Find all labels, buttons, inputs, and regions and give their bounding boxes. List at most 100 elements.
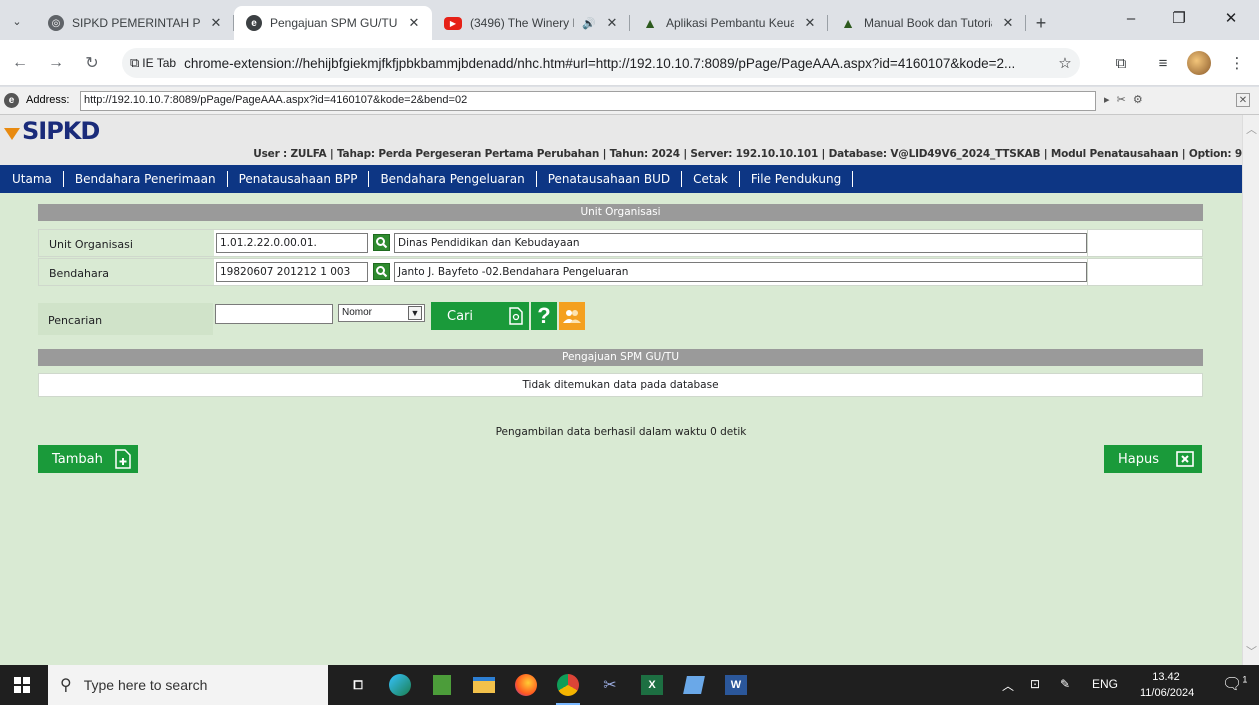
- ie-close-icon[interactable]: ✕: [1236, 93, 1250, 107]
- minimize-button[interactable]: –: [1108, 0, 1154, 36]
- bendahara-nip-field[interactable]: 19820607 201212 1 003: [216, 262, 368, 282]
- bookmark-star-icon[interactable]: ☆: [1050, 54, 1080, 72]
- bendahara-lookup-search-icon[interactable]: [373, 263, 390, 280]
- tab-close-icon[interactable]: ✕: [604, 15, 620, 31]
- ietab-chip[interactable]: ⧉ IE Tab: [130, 55, 176, 71]
- delete-box-icon: [1176, 451, 1194, 467]
- menu-penatausahaan-bud[interactable]: Penatausahaan BUD: [537, 172, 681, 186]
- back-arrow-icon[interactable]: ←: [8, 51, 32, 75]
- tab-close-icon[interactable]: ✕: [406, 15, 422, 31]
- help-question-icon[interactable]: ?: [531, 302, 557, 330]
- scroll-down-icon[interactable]: ﹀: [1246, 643, 1257, 659]
- menu-utama[interactable]: Utama: [12, 172, 63, 186]
- main-menu: Utama Bendahara Penerimaan Penatausahaan…: [0, 165, 1242, 193]
- hapus-label: Hapus: [1118, 451, 1160, 467]
- ie-address-input[interactable]: http://192.10.10.7:8089/pPage/PageAAA.as…: [80, 91, 1096, 111]
- menu-bendahara-penerimaan[interactable]: Bendahara Penerimaan: [64, 172, 227, 186]
- ietab-label: IE Tab: [142, 56, 177, 70]
- notification-center-icon[interactable]: 🗨1: [1222, 674, 1247, 694]
- app-launcher-icon[interactable]: [680, 671, 708, 699]
- kebab-menu-icon[interactable]: ⋮: [1226, 52, 1248, 74]
- ie-address-label: Address:: [26, 94, 70, 106]
- sipkd-logo: SIPKD: [4, 117, 100, 145]
- bendahara-name-field[interactable]: Janto J. Bayfeto -02.Bendahara Pengeluar…: [394, 262, 1087, 282]
- youtube-icon: ▶: [444, 16, 462, 30]
- tab-close-icon[interactable]: ✕: [208, 15, 224, 31]
- list-panel-header: Pengajuan SPM GU/TU: [38, 349, 1203, 366]
- browser-tab-strip: ⌄ ◎ SIPKD PEMERINTAH PRO ✕ e Pengajuan S…: [0, 0, 1259, 40]
- clock-time: 13.42: [1152, 671, 1180, 683]
- edge-icon[interactable]: [386, 671, 414, 699]
- speaker-icon[interactable]: 🔊: [582, 17, 596, 30]
- tab-close-icon[interactable]: ✕: [1000, 15, 1016, 31]
- windows-taskbar: ⚲ Type here to search ⧠ ✂ X W ︿ ⊡ ✎ ENG …: [0, 665, 1259, 705]
- profile-avatar[interactable]: [1187, 51, 1211, 75]
- tab-close-icon[interactable]: ✕: [802, 15, 818, 31]
- tab-pengajuan-spm[interactable]: e Pengajuan SPM GU/TU ✕: [234, 6, 432, 40]
- network-icon[interactable]: ⊡: [1030, 677, 1040, 691]
- file-explorer-icon[interactable]: [470, 671, 498, 699]
- tab-title: Pengajuan SPM GU/TU: [270, 16, 398, 30]
- url-text[interactable]: chrome-extension://hehijbfgiekmjfkfjpbkb…: [184, 56, 1050, 71]
- page-scrollbar[interactable]: ︿ ﹀: [1242, 115, 1259, 665]
- language-indicator[interactable]: ENG: [1092, 677, 1118, 691]
- task-view-icon[interactable]: ⧠: [344, 671, 372, 699]
- restore-button[interactable]: ❐: [1156, 0, 1202, 36]
- page-viewport: SIPKD User : ZULFA | Tahap: Perda Perges…: [0, 115, 1259, 665]
- tab-title: (3496) The Winery D: [470, 16, 575, 30]
- extensions-icon[interactable]: ⧉: [1110, 52, 1132, 74]
- app-icon: ▲: [841, 15, 855, 31]
- chrome-icon[interactable]: [554, 671, 582, 705]
- pen-icon[interactable]: ✎: [1060, 677, 1070, 691]
- menu-bendahara-pengeluaran[interactable]: Bendahara Pengeluaran: [369, 172, 535, 186]
- unit-organisasi-label: Unit Organisasi: [39, 230, 214, 256]
- tray-chevron-up-icon[interactable]: ︿: [1002, 677, 1014, 694]
- tambah-button[interactable]: Tambah: [38, 445, 138, 473]
- notepad-icon[interactable]: [428, 671, 456, 699]
- unit-name-field[interactable]: Dinas Pendidikan dan Kebudayaan: [394, 233, 1087, 253]
- forward-arrow-icon[interactable]: →: [44, 51, 68, 75]
- search-field-select[interactable]: Nomor ▼: [338, 304, 425, 322]
- snipping-tool-icon[interactable]: ✂: [596, 671, 624, 699]
- window-close-button[interactable]: ✕: [1208, 0, 1254, 36]
- chevron-down-icon[interactable]: ▼: [408, 306, 422, 320]
- unit-panel-header: Unit Organisasi: [38, 204, 1203, 221]
- puzzle-icon: ⧉: [130, 55, 140, 70]
- ie-tools-icons[interactable]: ▸ ✂ ⚙: [1104, 93, 1145, 106]
- system-clock[interactable]: 13.42 11/06/2024: [1140, 669, 1194, 701]
- bendahara-row: Bendahara 19820607 201212 1 003 Janto J.…: [38, 258, 1203, 286]
- reading-list-icon[interactable]: ≡: [1152, 52, 1174, 74]
- export-document-icon[interactable]: [503, 302, 529, 330]
- tab-manual-book[interactable]: ▲ Manual Book dan Tutoria ✕: [828, 6, 1026, 40]
- unit-code-field[interactable]: 1.01.2.22.0.00.01.: [216, 233, 368, 253]
- tab-search-icon[interactable]: ⌄: [6, 10, 28, 32]
- tab-aplikasi[interactable]: ▲ Aplikasi Pembantu Keuan ✕: [630, 6, 828, 40]
- bendahara-label: Bendahara: [39, 259, 214, 285]
- search-icon: ⚲: [60, 677, 72, 694]
- ie-icon: e: [246, 15, 262, 31]
- pencarian-label: Pencarian: [38, 303, 213, 335]
- word-icon[interactable]: W: [722, 671, 750, 699]
- tab-list: ◎ SIPKD PEMERINTAH PRO ✕ e Pengajuan SPM…: [36, 6, 1056, 40]
- tab-sipkd[interactable]: ◎ SIPKD PEMERINTAH PRO ✕: [36, 6, 234, 40]
- menu-penatausahaan-bpp[interactable]: Penatausahaan BPP: [228, 172, 369, 186]
- menu-file-pendukung[interactable]: File Pendukung: [740, 172, 852, 186]
- add-document-icon: [115, 449, 131, 469]
- excel-icon[interactable]: X: [638, 671, 666, 699]
- cari-button[interactable]: Cari: [431, 302, 503, 330]
- windows-start-icon[interactable]: [14, 677, 30, 693]
- menu-cetak[interactable]: Cetak: [682, 172, 739, 186]
- hapus-button[interactable]: Hapus: [1104, 445, 1202, 473]
- firefox-icon[interactable]: [512, 671, 540, 699]
- app-icon: ▲: [643, 15, 657, 31]
- users-icon[interactable]: [559, 302, 585, 330]
- new-tab-button[interactable]: +: [1026, 6, 1056, 40]
- load-status-message: Pengambilan data berhasil dalam waktu 0 …: [495, 426, 747, 438]
- unit-lookup-search-icon[interactable]: [373, 234, 390, 251]
- tab-youtube[interactable]: ▶ (3496) The Winery D 🔊 ✕: [432, 6, 630, 40]
- address-bar[interactable]: ⧉ IE Tab chrome-extension://hehijbfgiekm…: [122, 48, 1080, 78]
- reload-icon[interactable]: ↻: [80, 51, 104, 75]
- scroll-up-icon[interactable]: ︿: [1246, 121, 1257, 137]
- taskbar-search-box[interactable]: ⚲ Type here to search: [48, 665, 328, 705]
- search-input[interactable]: [215, 304, 333, 324]
